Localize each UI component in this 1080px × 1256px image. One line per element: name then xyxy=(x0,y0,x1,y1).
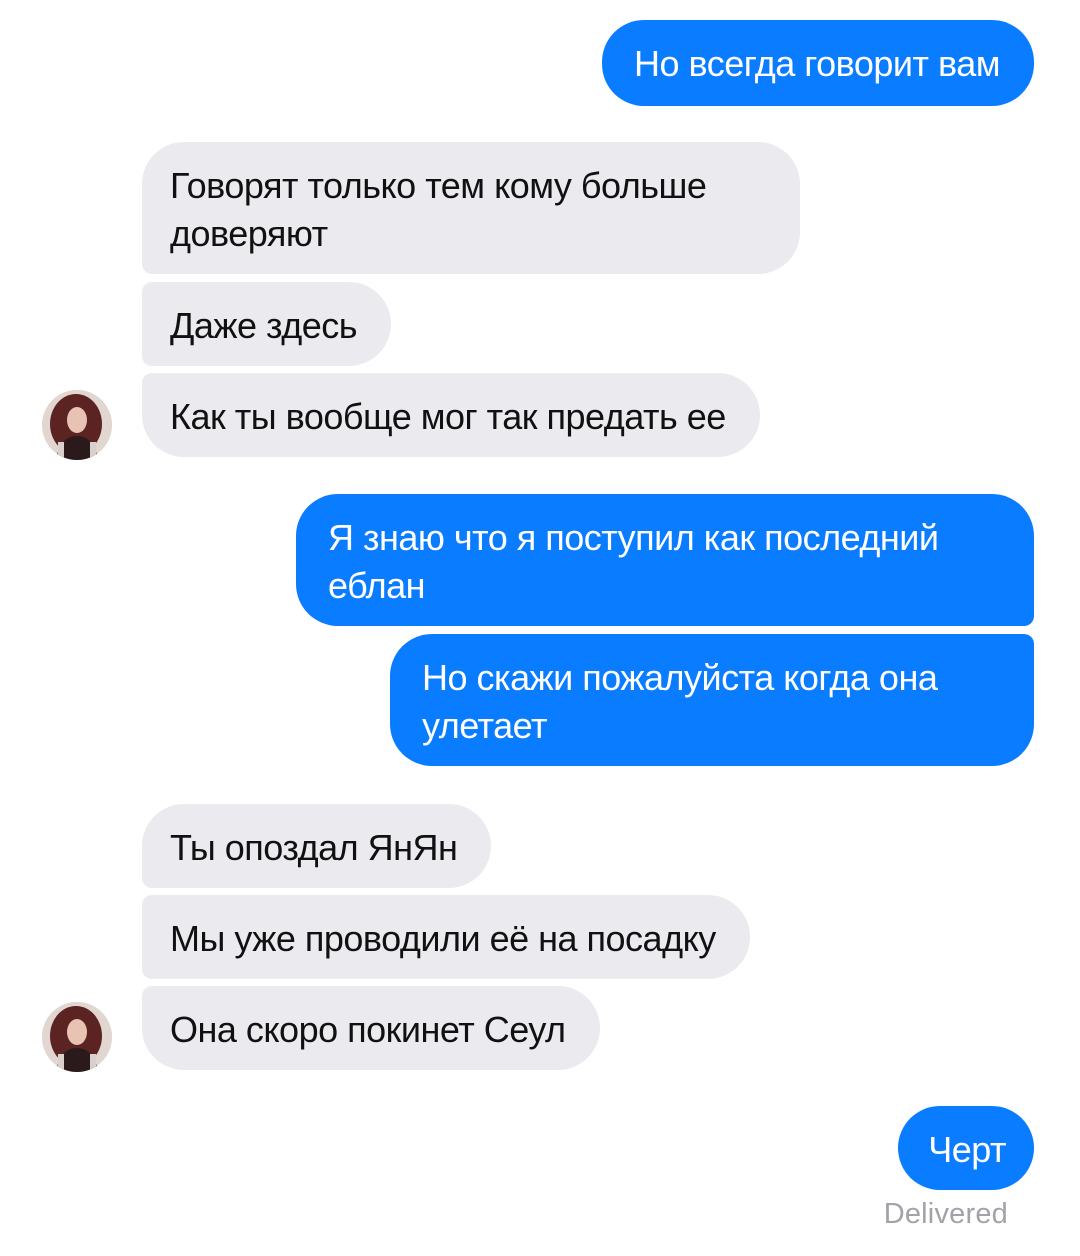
delivery-status: Delivered xyxy=(883,1198,1008,1230)
message-bubble-outgoing[interactable]: Но всегда говорит вам xyxy=(601,20,1034,106)
message-bubble-incoming[interactable]: Как ты вообще мог так предать ее xyxy=(142,373,760,457)
message-bubble-incoming[interactable]: Даже здесь xyxy=(142,282,392,366)
message-bubble-incoming[interactable]: Она скоро покинет Сеул xyxy=(142,986,600,1070)
message-bubble-incoming[interactable]: Мы уже проводили её на посадку xyxy=(142,895,750,979)
message-bubble-incoming[interactable]: Говорят только тем кому больше доверяют xyxy=(142,142,800,274)
message-bubble-outgoing[interactable]: Черт xyxy=(898,1106,1034,1190)
message-bubble-incoming[interactable]: Ты опоздал ЯнЯн xyxy=(142,804,492,888)
contact-avatar[interactable] xyxy=(42,1002,112,1072)
contact-avatar[interactable] xyxy=(42,390,112,460)
message-bubble-outgoing[interactable]: Но скажи пожалуйста когда она улетает xyxy=(390,634,1034,766)
message-bubble-outgoing[interactable]: Я знаю что я поступил как последний ебла… xyxy=(296,494,1034,626)
contact-avatar-icon xyxy=(42,390,112,460)
contact-avatar-icon xyxy=(42,1002,112,1072)
